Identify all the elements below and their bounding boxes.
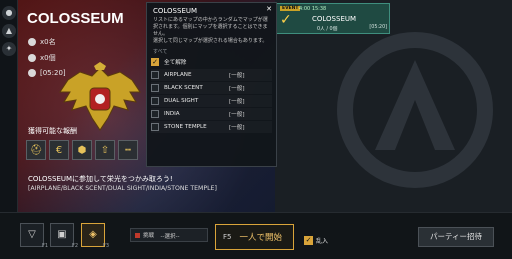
map-name: DUAL SIGHT (164, 98, 199, 104)
map-card-duration: [05:20] (369, 25, 387, 30)
dropdown-help-2: 択されます。個別にマップを選択することはできま (153, 24, 268, 30)
map-card-meta: 0人 / 0個 [05:20] (277, 25, 391, 32)
map-name: BLACK SCENT (164, 85, 203, 91)
map-checkbox[interactable] (151, 110, 159, 118)
map-row-stone-temple[interactable]: STONE TEMPLE [一般] (151, 121, 272, 133)
deselect-all-checkbox[interactable]: ✓ (151, 58, 159, 66)
globe-icon[interactable]: ● (2, 6, 16, 20)
arrow-up-icon[interactable]: ⇧ (95, 140, 115, 160)
dropdown-help-3: せん。 (153, 31, 169, 37)
party-invite-button[interactable]: パーティー招待 (418, 227, 494, 247)
f1-key-label: F1 (42, 243, 49, 249)
players-required-value: x0名 (40, 38, 56, 46)
event-badge: EVENT (280, 6, 301, 11)
map-card-title: COLOSSEUM (312, 15, 357, 23)
f3-key-label: F3 (103, 243, 110, 249)
map-checkbox[interactable] (151, 123, 159, 131)
deselect-all-row[interactable]: ✓ 全て解除 (151, 56, 272, 68)
helmet-icon[interactable]: ⛑ (26, 140, 46, 160)
mode-f3-button[interactable]: ◈ (81, 223, 105, 247)
map-mode: [一般] (229, 86, 245, 92)
map-checkbox[interactable] (151, 97, 159, 105)
mode-map-list: [AIRPLANE/BLACK SCENT/DUAL SIGHT/INDIA/S… (28, 185, 217, 192)
allow-join-toggle[interactable]: ✓ 乱入 (304, 236, 328, 245)
dropdown-help-4: 選択して同じマップが選択される場合もあります。 (153, 38, 268, 44)
map-mode: [一般] (229, 112, 245, 118)
clock-icon (28, 69, 36, 77)
mode-f2-button[interactable]: ▣ (50, 223, 74, 247)
mode-title: COLOSSEUM (27, 10, 124, 27)
wing-icon[interactable]: ✦ (2, 42, 16, 56)
map-name: INDIA (164, 111, 180, 117)
solo-start-label: 一人で開始 (239, 233, 282, 243)
double-eagle-emblem (59, 62, 141, 131)
coin-icon[interactable]: € (49, 140, 69, 160)
solo-start-key: F5 (223, 233, 232, 241)
players-required: x0名 (28, 37, 56, 47)
rewards-label: 獲得可能な報酬 (28, 127, 77, 135)
close-icon[interactable]: ✕ (265, 5, 273, 13)
left-rail: ● ▲ ✦ (0, 0, 18, 212)
map-mode: [一般] (229, 99, 245, 105)
mode-description: COLOSSEUMに参加して栄光をつかみ取ろう! (28, 175, 173, 183)
mode-f1-button[interactable]: ▽ (20, 223, 44, 247)
solo-start-button[interactable]: F5 一人で開始 (215, 224, 294, 250)
map-row-india[interactable]: INDIA [一般] (151, 108, 272, 120)
map-row-black-scent[interactable]: BLACK SCENT [一般] (151, 82, 272, 94)
map-mode: [一般] (229, 73, 245, 79)
logo-watermark-icon (337, 32, 493, 188)
map-name: AIRPLANE (164, 72, 192, 78)
map-checkbox[interactable] (151, 71, 159, 79)
rewards-list: ⛑ € ⬢ ⇧ ┅ (26, 140, 138, 160)
f2-key-label: F2 (72, 243, 79, 249)
allow-join-label: 乱入 (316, 238, 329, 245)
person-icon (28, 38, 36, 46)
badge-icon[interactable]: ⬢ (72, 140, 92, 160)
allow-join-checkbox[interactable]: ✓ (304, 236, 313, 245)
map-row-airplane[interactable]: AIRPLANE [一般] (151, 69, 272, 81)
bag-icon (28, 54, 36, 62)
map-mode: [一般] (229, 125, 245, 131)
dropdown-section-label: すべて (153, 49, 168, 55)
shield-icon[interactable]: ▲ (2, 24, 16, 38)
map-row-dual-sight[interactable]: DUAL SIGHT [一般] (151, 95, 272, 107)
deselect-all-label: 全て解除 (164, 60, 187, 66)
items-count: x0個 (28, 53, 56, 63)
selected-map-card[interactable]: EVENT 4:00 15:38 ✓ COLOSSEUM 0人 / 0個 [05… (276, 3, 390, 34)
challenge-select-value[interactable]: --選択-- (140, 232, 200, 240)
map-card-players: 0人 / 0個 (317, 27, 338, 32)
dropdown-help-1: リストにあるマップの中からランダムでマップが選 (153, 17, 268, 23)
map-checkbox[interactable] (151, 84, 159, 92)
map-selection-dropdown: COLOSSEUM ✕ リストにあるマップの中からランダムでマップが選 択されま… (146, 2, 277, 167)
map-name: STONE TEMPLE (164, 124, 207, 130)
dropdown-title: COLOSSEUM (153, 7, 198, 15)
rifle-icon[interactable]: ┅ (118, 140, 138, 160)
event-time: 4:00 15:38 (299, 6, 327, 12)
